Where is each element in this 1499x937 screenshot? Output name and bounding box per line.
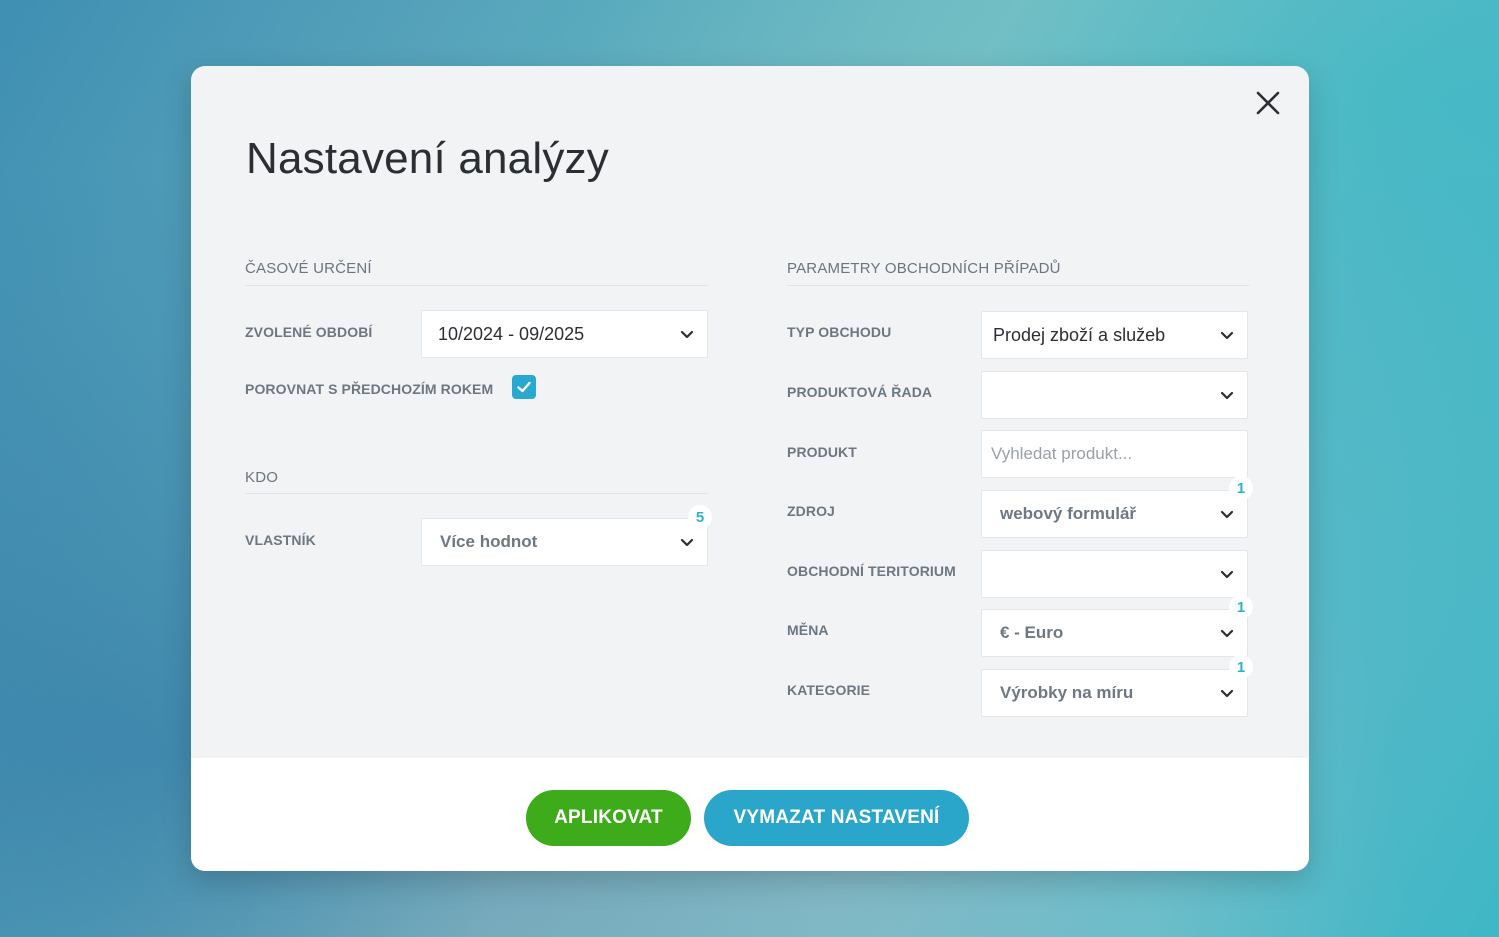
source-select[interactable]: webový formulář xyxy=(981,490,1248,538)
deal-section-heading: PARAMETRY OBCHODNÍCH PŘÍPADŮ xyxy=(787,260,1061,277)
who-section-divider xyxy=(245,493,708,494)
source-count-badge: 1 xyxy=(1229,476,1253,500)
chevron-down-icon xyxy=(1219,387,1235,403)
category-count-badge: 1 xyxy=(1229,655,1253,679)
owner-count-badge: 5 xyxy=(688,505,712,529)
source-label: ZDROJ xyxy=(787,503,835,519)
territory-select[interactable] xyxy=(981,550,1248,598)
currency-select[interactable]: € - Euro xyxy=(981,609,1248,657)
analysis-settings-dialog: Nastavení analýzy ČASOVÉ URČENÍ ZVOLENÉ … xyxy=(191,66,1309,871)
compare-checkbox[interactable] xyxy=(512,375,536,399)
chevron-down-icon xyxy=(679,326,695,342)
source-value: webový formulář xyxy=(1000,504,1137,523)
chevron-down-icon xyxy=(679,534,695,550)
close-button[interactable] xyxy=(1253,88,1283,118)
dialog-footer: APLIKOVAT VYMAZAT NASTAVENÍ xyxy=(191,758,1309,871)
chevron-down-icon xyxy=(1219,506,1235,522)
close-icon xyxy=(1256,91,1280,115)
period-value: 10/2024 - 09/2025 xyxy=(438,323,585,344)
owner-select[interactable]: Více hodnot xyxy=(421,518,708,566)
time-section-heading: ČASOVÉ URČENÍ xyxy=(245,260,372,277)
apply-button[interactable]: APLIKOVAT xyxy=(526,790,691,846)
currency-count-badge: 1 xyxy=(1229,595,1253,619)
owner-label: VLASTNÍK xyxy=(245,532,316,548)
category-label: KATEGORIE xyxy=(787,682,871,698)
chevron-down-icon xyxy=(1219,625,1235,641)
who-section-heading: KDO xyxy=(245,469,279,486)
category-value: Výrobky na míru xyxy=(1000,683,1134,702)
deal-section-divider xyxy=(787,285,1249,286)
deal-type-select[interactable]: Prodej zboží a služeb xyxy=(981,311,1248,359)
product-line-select[interactable] xyxy=(981,371,1248,419)
period-label: ZVOLENÉ OBDOBÍ xyxy=(245,324,373,340)
deal-type-label: TYP OBCHODU xyxy=(787,324,892,340)
product-line-label: PRODUKTOVÁ ŘADA xyxy=(787,384,933,400)
clear-settings-button[interactable]: VYMAZAT NASTAVENÍ xyxy=(704,790,969,846)
currency-label: MĚNA xyxy=(787,622,829,638)
category-select[interactable]: Výrobky na míru xyxy=(981,669,1248,717)
product-search-input[interactable] xyxy=(981,430,1248,478)
territory-label: OBCHODNÍ TERITORIUM xyxy=(787,563,956,579)
chevron-down-icon xyxy=(1219,566,1235,582)
chevron-down-icon xyxy=(1219,327,1235,343)
chevron-down-icon xyxy=(1219,685,1235,701)
product-label: PRODUKT xyxy=(787,444,857,460)
owner-value: Více hodnot xyxy=(440,532,538,551)
currency-value: € - Euro xyxy=(1000,623,1064,642)
deal-type-value: Prodej zboží a služeb xyxy=(993,324,1166,345)
period-select[interactable]: 10/2024 - 09/2025 xyxy=(421,310,708,358)
check-icon xyxy=(517,381,531,393)
time-section-divider xyxy=(245,285,708,286)
compare-label: POROVNAT S PŘEDCHOZÍM ROKEM xyxy=(245,381,494,397)
dialog-title: Nastavení analýzy xyxy=(246,134,609,183)
